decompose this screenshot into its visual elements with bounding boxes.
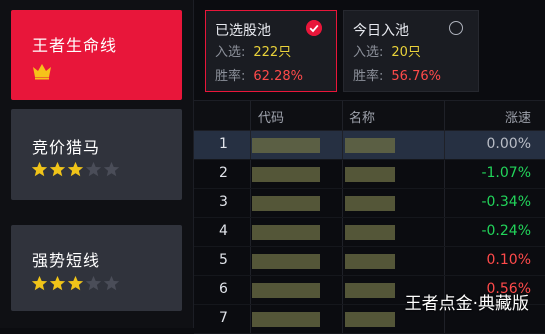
star-filled-icon bbox=[49, 161, 66, 177]
stock-name-redacted bbox=[345, 167, 395, 182]
rating-stars bbox=[31, 275, 120, 292]
entry-label: 入选: bbox=[215, 45, 246, 60]
win-rate-value: 56.76% bbox=[391, 69, 441, 84]
row-index: 2 bbox=[219, 165, 228, 181]
strategy-card-qiangshi[interactable]: 强势短线 bbox=[11, 225, 182, 311]
win-rate-value: 62.28% bbox=[253, 69, 303, 84]
stock-code-redacted bbox=[252, 254, 320, 269]
strategy-title: 王者生命线 bbox=[32, 36, 118, 55]
entry-value: 222只 bbox=[253, 45, 292, 60]
star-filled-icon bbox=[67, 161, 84, 177]
row-index: 6 bbox=[219, 281, 228, 297]
strategy-card-jingjia[interactable]: 竞价猎马 bbox=[11, 109, 182, 200]
strategy-card-wangzhe[interactable]: 王者生命线 bbox=[11, 10, 182, 100]
strategy-title: 竞价猎马 bbox=[32, 138, 101, 157]
star-empty-icon bbox=[85, 161, 102, 177]
radio-circle-icon[interactable] bbox=[449, 21, 463, 35]
header-name[interactable]: 名称 bbox=[349, 107, 375, 126]
stock-code-redacted bbox=[252, 196, 320, 211]
table-row[interactable]: 4 -0.24% bbox=[194, 218, 545, 247]
stock-code-redacted bbox=[252, 167, 320, 182]
table-header: 代码 名称 涨速 bbox=[194, 100, 545, 131]
win-rate-label: 胜率: bbox=[215, 69, 246, 84]
star-filled-icon bbox=[31, 161, 48, 177]
entry-value: 20只 bbox=[391, 45, 421, 60]
star-filled-icon bbox=[31, 275, 48, 291]
star-filled-icon bbox=[49, 275, 66, 291]
table-row[interactable]: 5 0.10% bbox=[194, 247, 545, 276]
stock-name-redacted bbox=[345, 225, 395, 240]
pool-title: 今日入池 bbox=[353, 23, 409, 39]
row-index: 3 bbox=[219, 194, 228, 210]
row-index: 1 bbox=[219, 136, 228, 152]
stock-name-redacted bbox=[345, 138, 395, 153]
pool-card-selected[interactable]: 已选股池 入选: 222只 胜率: 62.28% bbox=[205, 10, 337, 92]
table-row[interactable]: 3 -0.34% bbox=[194, 189, 545, 218]
stock-code-redacted bbox=[252, 312, 320, 327]
star-empty-icon bbox=[85, 275, 102, 291]
change-speed-value: 0.00% bbox=[486, 136, 531, 152]
row-index: 7 bbox=[219, 310, 228, 326]
main-panel: 已选股池 入选: 222只 胜率: 62.28% 今日入池 入选: 20只 胜率: 56… bbox=[194, 0, 545, 334]
win-rate-label: 胜率: bbox=[353, 69, 384, 84]
header-code[interactable]: 代码 bbox=[258, 107, 284, 126]
table-row[interactable]: 2 -1.07% bbox=[194, 160, 545, 189]
change-speed-value: -1.07% bbox=[481, 165, 531, 181]
table-row[interactable]: 1 0.00% bbox=[194, 131, 545, 160]
row-index: 4 bbox=[219, 223, 228, 239]
pool-title: 已选股池 bbox=[215, 23, 271, 39]
stock-code-redacted bbox=[252, 225, 320, 240]
change-speed-value: -0.34% bbox=[481, 194, 531, 210]
stock-code-redacted bbox=[252, 283, 320, 298]
star-empty-icon bbox=[103, 275, 120, 291]
watermark-text: 王者点金·典藏版 bbox=[404, 294, 529, 314]
stock-name-redacted bbox=[345, 283, 395, 298]
stock-name-redacted bbox=[345, 196, 395, 211]
star-empty-icon bbox=[103, 161, 120, 177]
strategy-sidebar: 王者生命线 竞价猎马 强势短线 bbox=[0, 0, 194, 328]
header-change[interactable]: 涨速 bbox=[505, 107, 531, 126]
row-index: 5 bbox=[219, 252, 228, 268]
crown-icon bbox=[33, 64, 51, 80]
stock-code-redacted bbox=[252, 138, 320, 153]
stock-name-redacted bbox=[345, 312, 395, 327]
pool-card-today[interactable]: 今日入池 入选: 20只 胜率: 56.76% bbox=[343, 10, 479, 92]
rating-stars bbox=[31, 161, 120, 178]
stock-name-redacted bbox=[345, 254, 395, 269]
change-speed-value: 0.10% bbox=[486, 252, 531, 268]
star-filled-icon bbox=[67, 275, 84, 291]
entry-label: 入选: bbox=[353, 45, 384, 60]
strategy-title: 强势短线 bbox=[32, 251, 101, 270]
check-circle-icon bbox=[306, 20, 322, 36]
change-speed-value: -0.24% bbox=[481, 223, 531, 239]
